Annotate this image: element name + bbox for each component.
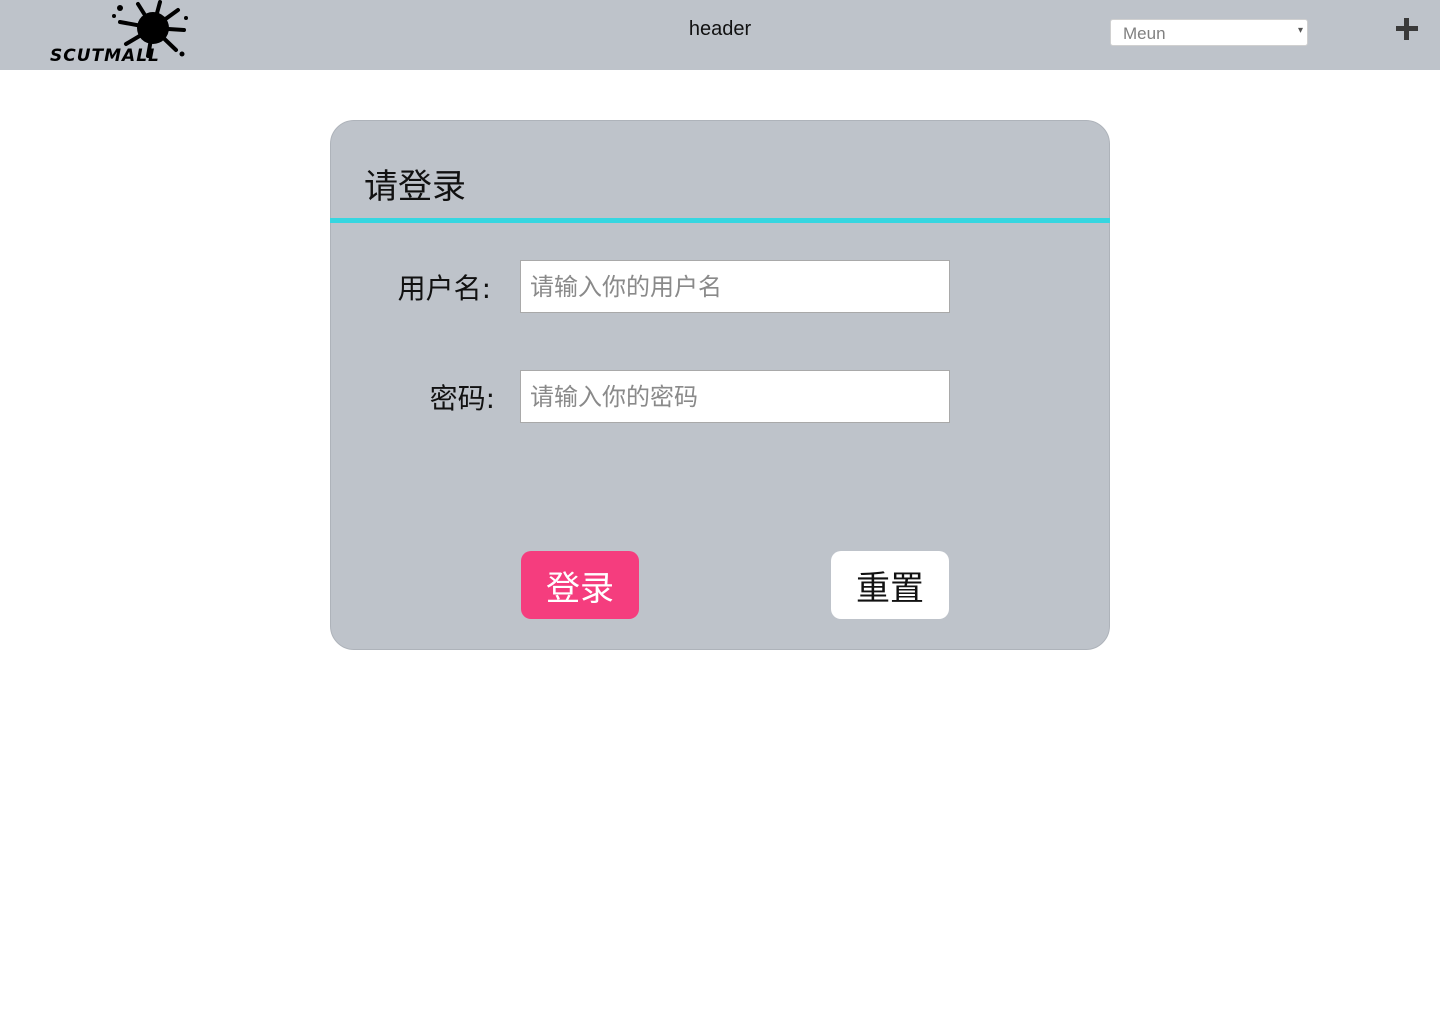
menu-dropdown-value: Meun: [1123, 24, 1166, 43]
top-header-bar: SCUTMALL header Meun ▾: [0, 0, 1440, 70]
plus-icon[interactable]: [1396, 18, 1418, 40]
username-label: 用户名:: [397, 272, 491, 305]
logo-text: SCUTMALL: [50, 46, 160, 66]
reset-button[interactable]: 重置: [831, 551, 949, 619]
login-title: 请登录: [364, 167, 466, 207]
password-input[interactable]: [520, 370, 950, 423]
password-label: 密码:: [429, 382, 495, 415]
menu-dropdown[interactable]: Meun ▾: [1110, 19, 1308, 46]
chevron-down-icon: ▾: [1297, 25, 1303, 36]
login-card: 请登录 用户名: 密码: 登录 重置: [330, 120, 1110, 650]
login-button[interactable]: 登录: [521, 551, 639, 619]
username-input[interactable]: [520, 260, 950, 313]
title-divider: [330, 218, 1110, 223]
